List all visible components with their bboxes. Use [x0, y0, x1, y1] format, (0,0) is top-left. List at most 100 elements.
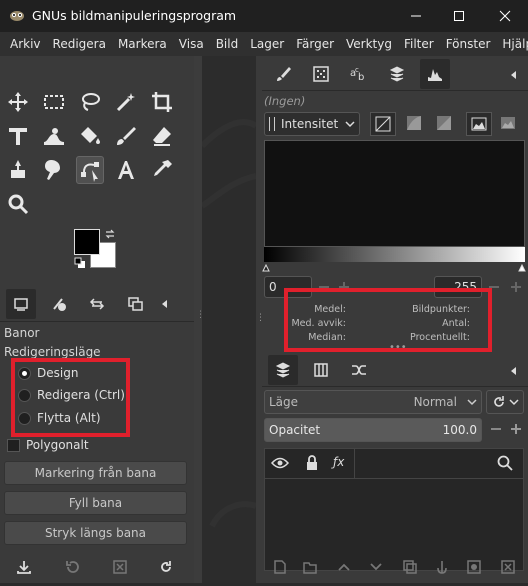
divider	[0, 321, 194, 322]
reset-options-icon[interactable]	[154, 556, 178, 578]
minimize-icon[interactable]	[404, 4, 428, 28]
edit-mode-label: Redigeringsläge	[4, 345, 101, 359]
menu-redigera[interactable]: Redigera	[47, 37, 112, 51]
patterns-tab-icon[interactable]	[306, 59, 336, 89]
lower-layer-icon[interactable]	[364, 556, 388, 578]
document-history-tab-icon[interactable]	[382, 59, 412, 89]
device-status-tab-icon[interactable]	[44, 289, 74, 319]
lasso-tool-icon[interactable]	[76, 88, 104, 116]
undo-history-tab-icon[interactable]	[82, 289, 112, 319]
reset-icon	[494, 396, 504, 407]
rect-select-tool-icon[interactable]	[40, 88, 68, 116]
paths-tab-icon[interactable]	[344, 355, 374, 385]
image-canvas-area[interactable]	[199, 56, 258, 583]
gimp-logo-icon	[8, 8, 26, 22]
maximize-icon[interactable]	[447, 4, 471, 28]
images-tab-icon[interactable]	[120, 289, 150, 319]
histogram-tab-icon[interactable]	[420, 59, 450, 89]
tool-options-tab-icon[interactable]	[6, 289, 36, 319]
color-picker-tool-icon[interactable]	[148, 156, 176, 184]
swap-colors-icon[interactable]	[104, 228, 116, 240]
left-pane-handle[interactable]: ⋮	[194, 56, 205, 583]
paintbrush-tool-icon[interactable]	[112, 122, 140, 150]
menu-arkiv[interactable]: Arkiv	[4, 37, 47, 51]
tab-menu-icon[interactable]	[502, 64, 526, 86]
opacity-slider[interactable]: Opacitet 100.0	[264, 418, 482, 442]
menu-hjalp[interactable]: Hjälp	[496, 37, 528, 51]
stroke-path-button[interactable]: Stryk längs bana	[4, 521, 187, 545]
linear-histogram-button[interactable]	[370, 112, 396, 136]
brushes-tab-icon[interactable]	[268, 59, 298, 89]
tab-menu-icon[interactable]	[502, 360, 526, 382]
new-layer-group-icon[interactable]	[298, 556, 322, 578]
warp-transform-tool-icon[interactable]	[40, 122, 68, 150]
menu-verktyg[interactable]: Verktyg	[340, 37, 398, 51]
histogram-gradient-bar	[264, 247, 525, 262]
tab-menu-icon[interactable]	[154, 289, 176, 319]
raise-layer-icon[interactable]	[332, 556, 356, 578]
opacity-increase-icon[interactable]	[504, 418, 528, 440]
visibility-eye-icon[interactable]	[270, 456, 290, 473]
range-min-value: 0	[269, 280, 277, 294]
selection-from-path-button[interactable]: Markering från bana	[4, 461, 187, 485]
tool-options-title: Banor	[4, 326, 40, 340]
layers-list-header: ƒx	[265, 449, 523, 479]
channels-tab-icon[interactable]	[306, 355, 336, 385]
search-icon[interactable]	[497, 455, 513, 474]
bars-view-button[interactable]	[466, 112, 492, 136]
divider	[262, 90, 528, 91]
fill-path-button[interactable]: Fyll bana	[4, 491, 187, 515]
layers-tab-icon[interactable]	[268, 355, 298, 385]
save-options-icon[interactable]	[12, 556, 36, 578]
eraser-tool-icon[interactable]	[148, 122, 176, 150]
linear-view-button[interactable]	[432, 112, 458, 136]
tool-options-tabbar	[6, 288, 194, 320]
anchor-layer-icon[interactable]	[430, 556, 454, 578]
polygonal-label: Polygonalt	[26, 438, 89, 452]
delete-options-icon[interactable]	[108, 556, 132, 578]
layer-mode-switch-button[interactable]	[486, 390, 524, 414]
unified-transform-tool-icon[interactable]	[4, 122, 32, 150]
move-tool-icon[interactable]	[4, 88, 32, 116]
foreground-color-swatch[interactable]	[74, 229, 100, 255]
histogram-view-button[interactable]	[496, 112, 522, 136]
menu-bild[interactable]: Bild	[210, 37, 245, 51]
highlight-box-modes	[11, 358, 130, 437]
fuzzy-select-tool-icon[interactable]	[112, 88, 140, 116]
close-icon[interactable]	[493, 4, 517, 28]
text-tool-icon[interactable]	[112, 156, 140, 184]
default-colors-icon[interactable]	[74, 257, 86, 269]
polygonal-checkbox[interactable]: Polygonalt	[7, 438, 89, 452]
new-layer-icon[interactable]	[268, 556, 292, 578]
menu-fonster[interactable]: Fönster	[440, 37, 497, 51]
layer-mask-icon[interactable]	[462, 556, 486, 578]
menu-filter[interactable]: Filter	[398, 37, 440, 51]
restore-options-icon[interactable]	[60, 556, 84, 578]
menu-visa[interactable]: Visa	[173, 37, 210, 51]
delete-layer-icon[interactable]	[496, 556, 520, 578]
fonts-tab-icon[interactable]: abc	[344, 59, 374, 89]
histogram-graph[interactable]	[264, 140, 525, 247]
chevron-down-icon	[345, 117, 355, 131]
smudge-tool-icon[interactable]	[40, 156, 68, 184]
lock-icon[interactable]	[305, 455, 319, 474]
log-histogram-button[interactable]	[402, 112, 428, 136]
paths-tool-icon[interactable]	[76, 156, 104, 184]
layer-effects-icon[interactable]: ƒx	[333, 455, 344, 469]
zoom-tool-icon[interactable]	[4, 190, 32, 218]
pane-grip-icon[interactable]: •••	[389, 342, 407, 353]
chevron-down-icon	[467, 395, 477, 409]
layers-list[interactable]: ƒx	[264, 448, 524, 571]
range-max-increase-icon[interactable]	[504, 276, 528, 298]
channel-select[interactable]: Intensitet	[264, 112, 360, 136]
menu-farger[interactable]: Färger	[290, 37, 340, 51]
duplicate-layer-icon[interactable]	[398, 556, 422, 578]
range-start-marker-icon[interactable]	[262, 261, 270, 275]
crop-tool-icon[interactable]	[148, 88, 176, 116]
clone-tool-icon[interactable]	[4, 156, 32, 184]
bucket-fill-tool-icon[interactable]	[76, 122, 104, 150]
range-end-marker-icon[interactable]	[518, 261, 526, 275]
menu-lager[interactable]: Lager	[244, 37, 290, 51]
menu-markera[interactable]: Markera	[112, 37, 173, 51]
layer-mode-select[interactable]: Läge Normal	[264, 390, 482, 414]
